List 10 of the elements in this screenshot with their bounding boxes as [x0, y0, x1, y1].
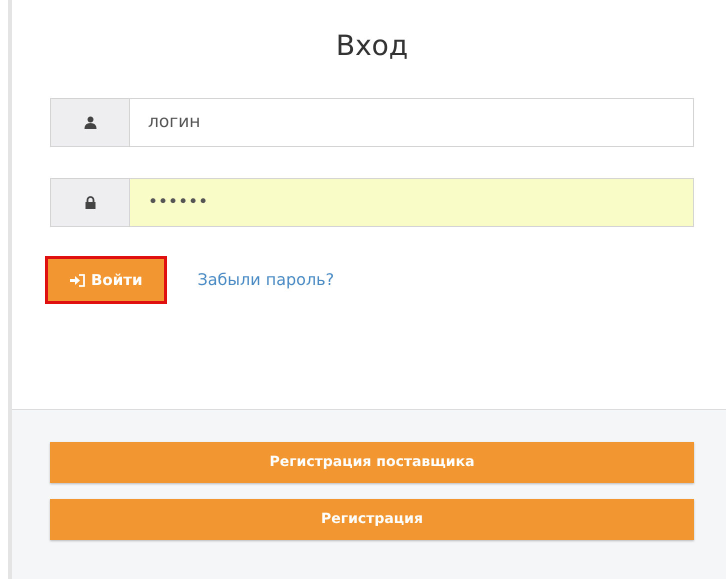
forgot-password-link[interactable]: Забыли пароль?: [197, 268, 334, 292]
password-field[interactable]: ••••••: [130, 178, 694, 228]
lock-icon: [84, 196, 96, 210]
register-button[interactable]: Регистрация поставщика: [50, 442, 694, 483]
login-field[interactable]: логин: [130, 98, 694, 148]
login-button[interactable]: Войти: [45, 256, 168, 304]
user-icon: [84, 116, 96, 130]
sign-in-icon: [70, 274, 85, 287]
register-button[interactable]: Регистрация: [50, 499, 694, 540]
login-title: Вход: [334, 28, 410, 64]
